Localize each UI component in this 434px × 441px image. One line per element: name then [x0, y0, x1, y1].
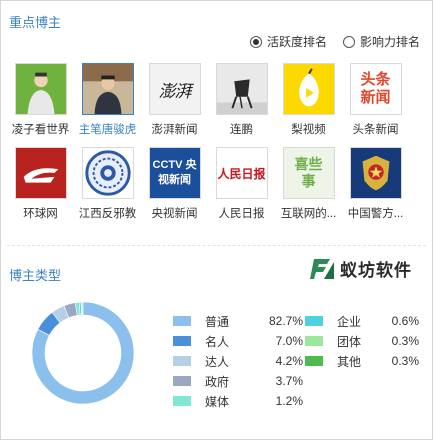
blogger-grid: 凌子看世界 主笔唐骏虎 澎湃 澎湃新闻 连鹏 梨视频 头条新闻 头条新闻 环球网…	[7, 63, 409, 221]
blogger-item[interactable]: 头条新闻 头条新闻	[342, 63, 409, 137]
blogger-type-donut-chart	[31, 301, 135, 405]
blogger-item[interactable]: 澎湃 澎湃新闻	[141, 63, 208, 137]
legend-item[interactable]: 普通 82.7%	[173, 311, 303, 331]
ranking-radio-group: 活跃度排名 影响力排名	[249, 33, 420, 50]
legend-value: 7.0%	[275, 334, 303, 348]
avatar	[14, 63, 67, 115]
legend-swatch	[305, 336, 323, 346]
brand-name: 蚁坊软件	[340, 261, 412, 280]
legend-value: 3.7%	[275, 374, 303, 388]
legend-label: 企业	[337, 314, 362, 329]
legend-swatch	[305, 316, 323, 326]
avatar	[215, 63, 268, 115]
blogger-item[interactable]: 主笔唐骏虎	[74, 63, 141, 137]
pear-video-logo-icon	[283, 64, 334, 114]
legend-swatch	[305, 356, 323, 366]
panel: 重点博主 活跃度排名 影响力排名 凌子看世界 主笔唐骏虎 澎湃 澎湃新闻 连鹏 …	[0, 0, 433, 440]
legend-item[interactable]: 政府 3.7%	[173, 371, 303, 391]
legend-swatch	[173, 316, 191, 326]
section-title-key-bloggers: 重点博主	[9, 15, 62, 30]
person-photo-icon	[82, 64, 133, 114]
huanqiu-logo-icon	[15, 148, 66, 198]
radio-influence-ranking[interactable]: 影响力排名	[342, 33, 420, 50]
blogger-name: 凌子看世界	[11, 124, 70, 136]
donut-slice-其他[interactable]	[81, 301, 84, 316]
blogger-item[interactable]: 环球网	[7, 147, 74, 221]
legend-left-column: 普通 82.7% 名人 7.0% 达人 4.2% 政府 3.7% 媒体 1.2%	[173, 311, 303, 411]
blogger-name: 央视新闻	[151, 208, 198, 220]
avatar	[282, 63, 335, 115]
legend-label: 媒体	[205, 394, 230, 409]
blogger-name: 梨视频	[291, 124, 326, 136]
avatar: CCTV 央视新闻	[148, 147, 201, 199]
brand-logo: 蚁坊软件	[310, 256, 412, 281]
legend-swatch	[173, 356, 191, 366]
blogger-name: 连鹏	[230, 124, 253, 136]
blogger-item[interactable]: 江西反邪教	[74, 147, 141, 221]
legend-swatch	[173, 336, 191, 346]
legend-label: 普通	[205, 314, 230, 329]
blogger-item[interactable]: 中国警方...	[342, 147, 409, 221]
radio-label-influence: 影响力排名	[359, 35, 420, 49]
legend-item[interactable]: 企业 0.6%	[305, 311, 419, 331]
blogger-item[interactable]: CCTV 央视新闻 央视新闻	[141, 147, 208, 221]
blogger-name: 澎湃新闻	[151, 124, 198, 136]
avatar	[81, 147, 134, 199]
legend-value: 0.6%	[391, 314, 419, 328]
thepaper-logo-icon: 澎湃	[158, 81, 192, 102]
blogger-item[interactable]: 连鹏	[208, 63, 275, 137]
blogger-name: 互联网的...	[280, 208, 337, 220]
legend-label: 团体	[337, 334, 362, 349]
legend-item[interactable]: 达人 4.2%	[173, 351, 303, 371]
eefung-logo-icon	[310, 258, 334, 279]
legend-value: 0.3%	[391, 334, 419, 348]
blogger-name: 江西反邪教	[78, 208, 137, 220]
legend-swatch	[173, 396, 191, 406]
blogger-name: 主笔唐骏虎	[78, 124, 137, 136]
avatar	[349, 147, 402, 199]
radio-activity-ranking[interactable]: 活跃度排名	[249, 33, 327, 50]
avatar: 头条新闻	[349, 63, 402, 115]
chair-photo-icon	[216, 64, 267, 114]
blogger-name: 环球网	[23, 208, 58, 220]
avatar	[14, 147, 67, 199]
legend-item[interactable]: 其他 0.3%	[305, 351, 419, 371]
police-badge-icon	[350, 148, 401, 198]
legend-item[interactable]: 团体 0.3%	[305, 331, 419, 351]
porcelain-badge-icon	[84, 150, 131, 196]
legend-label: 其他	[337, 354, 362, 369]
blogger-item[interactable]: 凌子看世界	[7, 63, 74, 137]
blogger-name: 头条新闻	[352, 124, 399, 136]
blogger-item[interactable]: 人民日报 人民日报	[208, 147, 275, 221]
legend-label: 名人	[205, 334, 230, 349]
peoples-daily-logo-icon: 人民日报	[217, 166, 266, 181]
blogger-name: 人民日报	[218, 208, 265, 220]
section-title-blogger-types: 博主类型	[9, 268, 62, 283]
legend-value: 4.2%	[275, 354, 303, 368]
avatar: 澎湃	[148, 63, 201, 115]
legend-value: 82.7%	[268, 314, 303, 328]
blogger-item[interactable]: 梨视频	[275, 63, 342, 137]
legend-value: 1.2%	[275, 394, 303, 408]
radio-dot-checked	[249, 35, 262, 48]
avatar	[81, 63, 134, 115]
radio-dot-unchecked	[342, 35, 355, 48]
blogger-item[interactable]: 喜些事 互联网的...	[275, 147, 342, 221]
radio-label-activity: 活跃度排名	[266, 35, 327, 49]
legend-label: 政府	[205, 374, 230, 389]
blogger-name: 中国警方...	[347, 208, 404, 220]
person-photo-icon	[15, 64, 66, 114]
legend-right-column: 企业 0.6% 团体 0.3% 其他 0.3%	[305, 311, 419, 371]
legend-item[interactable]: 媒体 1.2%	[173, 391, 303, 411]
toutiao-logo-icon: 头条新闻	[360, 71, 391, 106]
legend-label: 达人	[205, 354, 230, 369]
xixieshi-logo-icon: 喜些事	[294, 156, 323, 189]
legend-value: 0.3%	[391, 354, 419, 368]
avatar: 人民日报	[215, 147, 268, 199]
section-divider	[7, 245, 426, 246]
avatar: 喜些事	[282, 147, 335, 199]
cctv-news-logo-icon: CCTV 央视新闻	[152, 159, 197, 186]
legend-swatch	[173, 376, 191, 386]
legend-item[interactable]: 名人 7.0%	[173, 331, 303, 351]
